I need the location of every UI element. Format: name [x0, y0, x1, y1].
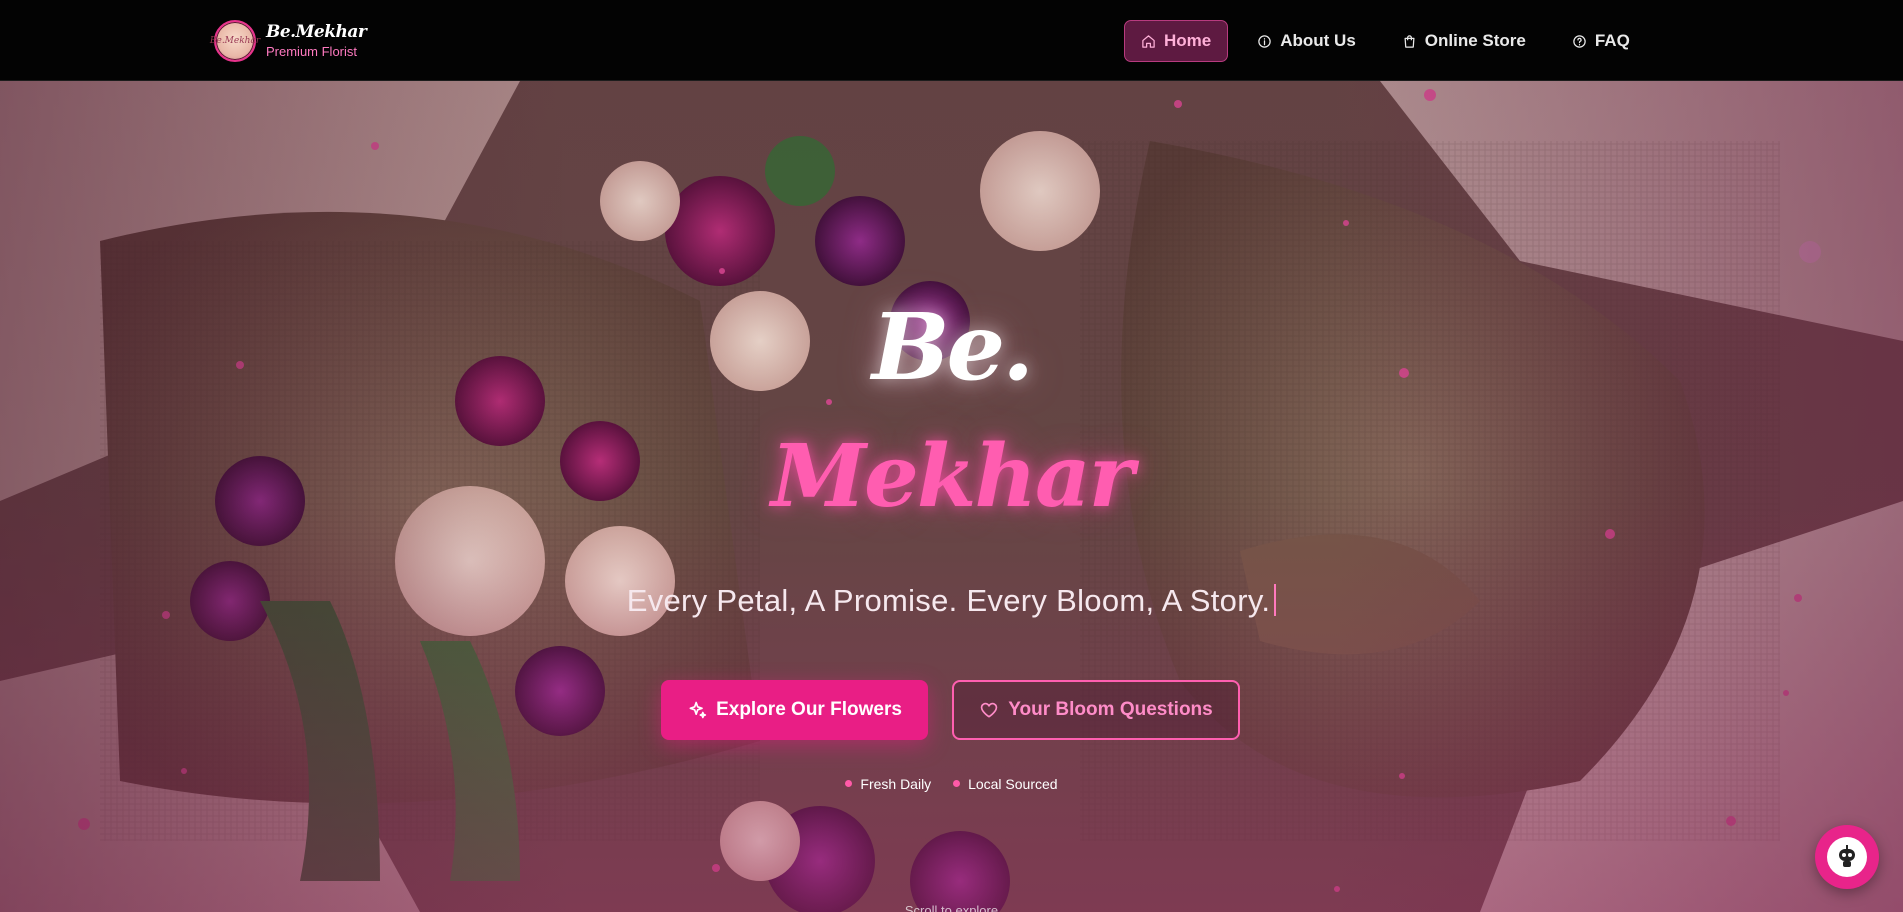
hero-features: Fresh Daily Local Sourced — [0, 774, 1903, 792]
bloom-questions-button[interactable]: Your Bloom Questions — [952, 680, 1240, 740]
brand-logo[interactable]: Be.Mekhar — [210, 20, 260, 62]
chat-bot-icon — [1827, 837, 1867, 877]
shopping-bag-icon — [1404, 34, 1415, 48]
brand[interactable]: Be.Mekhar Be.Mekhar Premium Florist — [210, 20, 367, 62]
nav-about[interactable]: About Us — [1240, 20, 1373, 62]
explore-flowers-button[interactable]: Explore Our Flowers — [661, 680, 928, 740]
hero-section: Be. Mekhar Every Petal, A Promise. Every… — [0, 81, 1903, 912]
nav-about-label: About Us — [1280, 31, 1356, 50]
brand-name: Be.Mekhar — [266, 22, 367, 42]
home-icon — [1142, 34, 1155, 48]
top-navbar: Be.Mekhar Be.Mekhar Premium Florist Home… — [0, 0, 1903, 81]
heart-icon — [981, 702, 998, 718]
nav-home-label: Home — [1164, 31, 1212, 50]
feature-dot — [953, 780, 961, 787]
main-menu: Home About Us Online Store FAQ — [1124, 20, 1659, 62]
logo-text: Be.Mekhar — [209, 36, 261, 46]
hero-tagline-text: Every Petal, A Promise. Every Bloom, A S… — [626, 583, 1271, 618]
feature-label: Local Sourced — [968, 775, 1058, 792]
hero-title-line1: Be. — [871, 293, 1034, 401]
nav-faq[interactable]: FAQ — [1555, 20, 1647, 62]
explore-flowers-label: Explore Our Flowers — [716, 699, 902, 720]
feature-dot — [845, 780, 853, 787]
brand-tagline: Premium Florist — [266, 44, 358, 59]
hero-tagline: Every Petal, A Promise. Every Bloom, A S… — [0, 583, 1903, 619]
feature-label: Fresh Daily — [860, 775, 932, 792]
nav-online-store[interactable]: Online Store — [1385, 20, 1543, 62]
scroll-hint: Scroll to explore — [904, 903, 999, 912]
feature-local-sourced: Local Sourced — [953, 776, 1058, 792]
chat-widget-button[interactable] — [1815, 825, 1879, 889]
feature-fresh-daily: Fresh Daily — [845, 776, 931, 792]
info-icon — [1258, 34, 1271, 48]
nav-home[interactable]: Home — [1124, 20, 1229, 62]
hero-title-line2: Mekhar — [770, 426, 1134, 527]
typing-caret — [1274, 584, 1277, 616]
bloom-questions-label: Your Bloom Questions — [1008, 699, 1213, 720]
nav-faq-label: FAQ — [1594, 31, 1630, 50]
sparkles-icon — [689, 701, 707, 719]
nav-online-store-label: Online Store — [1424, 31, 1526, 50]
help-circle-icon — [1573, 34, 1586, 48]
